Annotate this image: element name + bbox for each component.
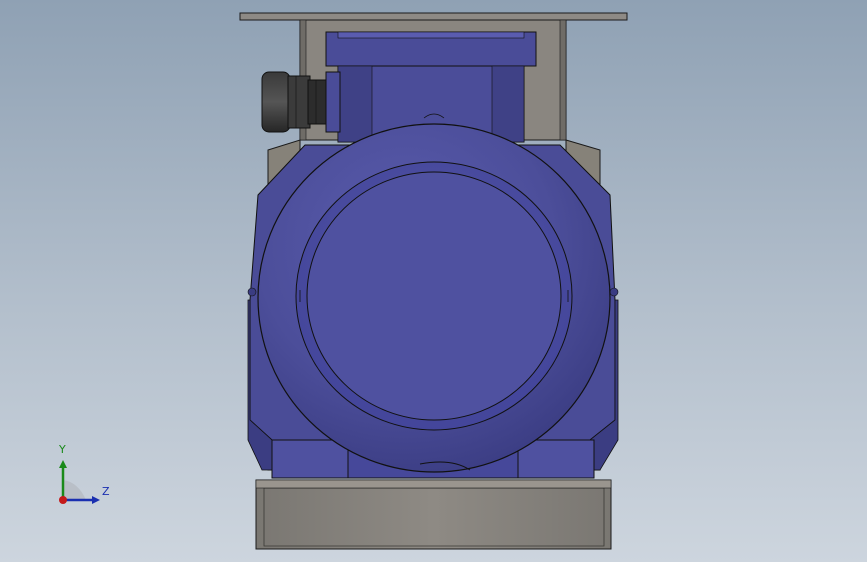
motor-model[interactable] [0, 0, 867, 562]
top-mounting-plate[interactable] [239, 12, 628, 21]
cad-viewport[interactable]: Y Z [0, 0, 867, 562]
cable-gland[interactable] [261, 71, 341, 133]
axis-triad: Y Z [48, 440, 118, 510]
y-axis-label: Y [59, 443, 66, 456]
z-axis-label: Z [102, 485, 110, 498]
base-plate[interactable] [255, 479, 612, 550]
